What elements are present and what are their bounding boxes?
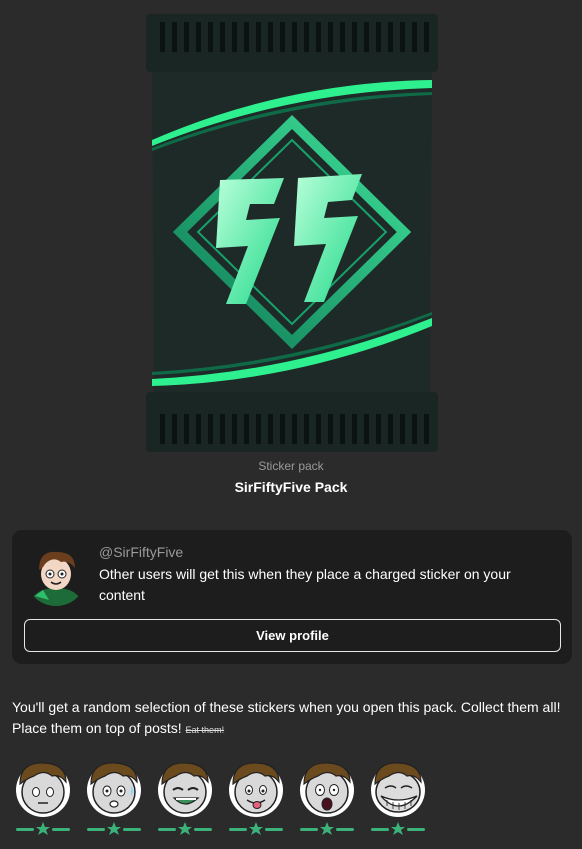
sticker-pack-page: Sticker pack SirFiftyFive Pack @SirFifty… [0,0,582,849]
sticker-pack-art [146,14,438,452]
sticker-nervous-face[interactable] [81,756,147,840]
star-icon [158,822,212,835]
star-icon [371,822,425,835]
sticker-tongue-face[interactable] [223,756,289,840]
creator-handle[interactable]: @SirFiftyFive [99,544,183,560]
sticker-blank-face[interactable] [10,756,76,840]
pack-title: SirFiftyFive Pack [234,479,348,495]
pack-kind-label: Sticker pack [258,459,324,473]
star-icon [16,822,70,835]
view-profile-button[interactable]: View profile [24,619,561,652]
sticker-troll-face[interactable] [365,756,431,840]
star-icon [87,822,141,835]
creator-description: Other users will get this when they plac… [99,566,511,603]
cartoon-avatar-icon[interactable] [25,544,87,606]
sticker-list [10,756,440,840]
sticker-grin-face[interactable] [152,756,218,840]
pack-info-main: You'll get a random selection of these s… [12,699,561,736]
pack-info-small-text: Eat them! [185,725,225,735]
pack-info-text: You'll get a random selection of these s… [12,697,572,741]
creator-card: @SirFiftyFive Other users will get this … [12,530,572,664]
sticker-shocked-face[interactable] [294,756,360,840]
star-icon [229,822,283,835]
star-icon [300,822,354,835]
